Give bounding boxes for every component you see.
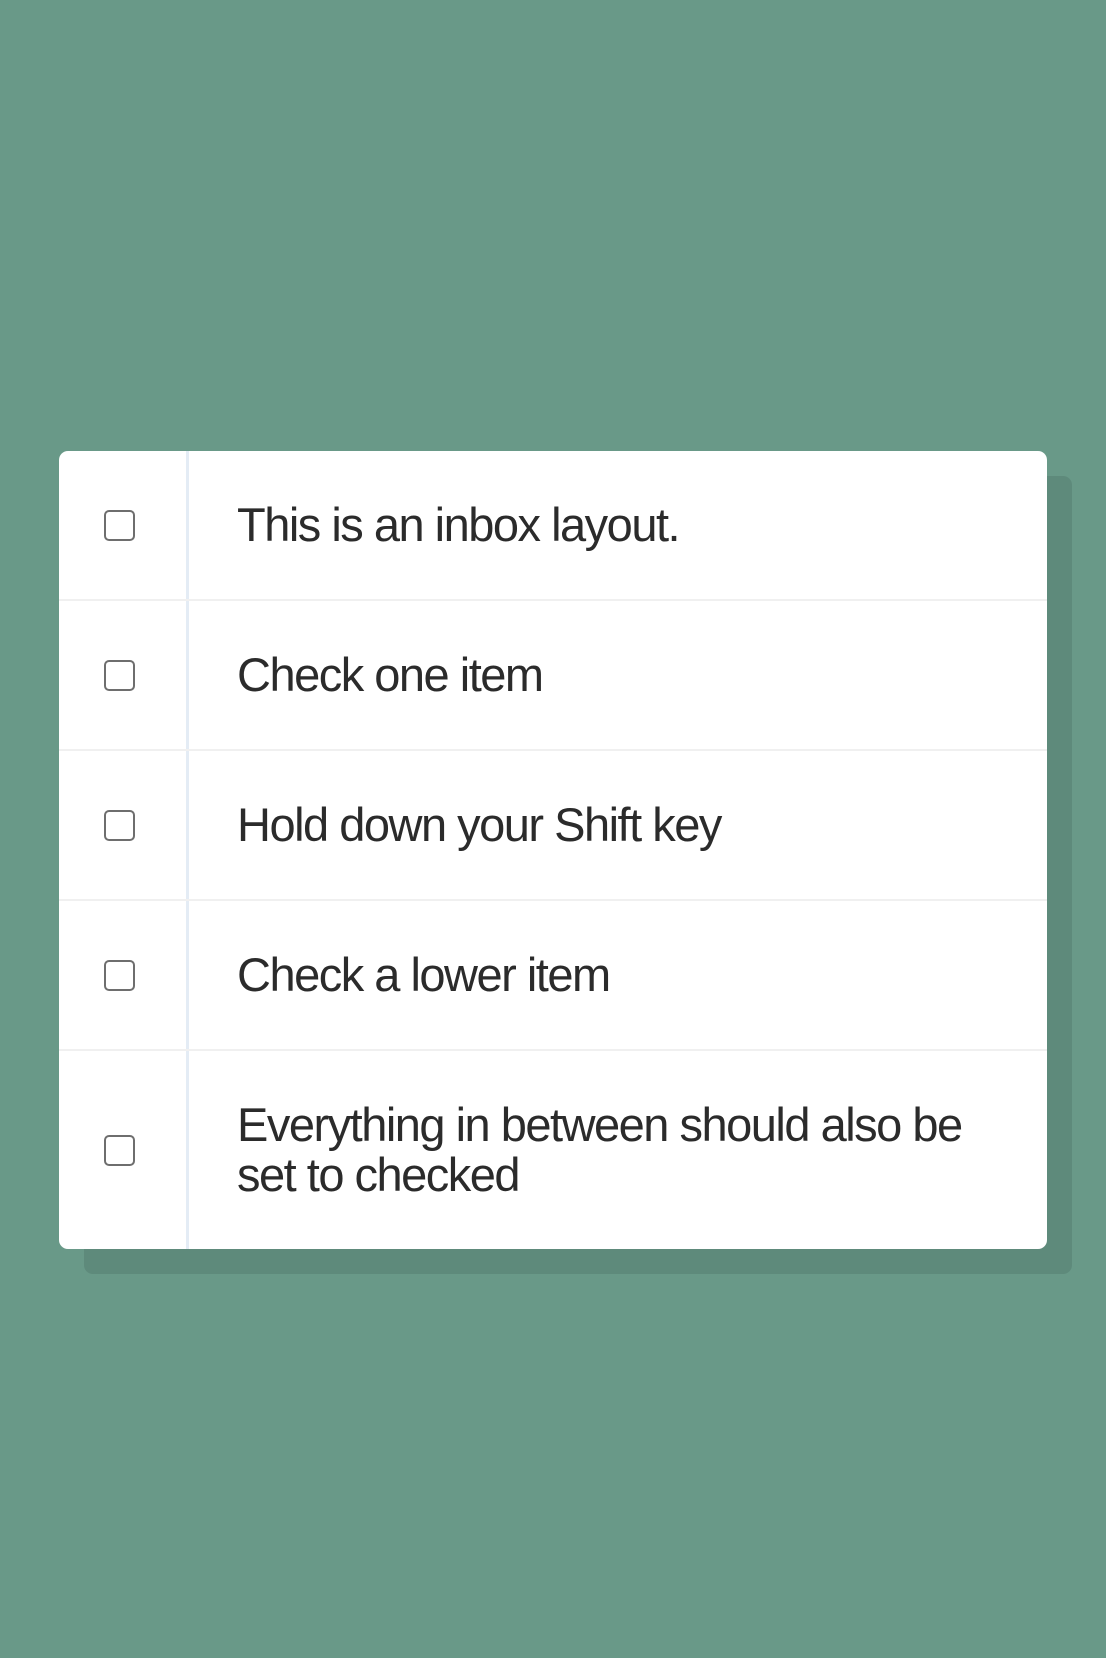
checkbox-cell [59,751,189,899]
inbox-item[interactable]: Hold down your Shift key [59,751,1047,901]
item-checkbox[interactable] [104,659,135,691]
inbox-item[interactable]: Everything in between should also be set… [59,1051,1047,1249]
inbox-item[interactable]: This is an inbox layout. [59,451,1047,601]
item-checkbox[interactable] [104,1134,135,1166]
item-checkbox[interactable] [104,809,135,841]
item-label: Check one item [237,648,544,701]
item-checkbox[interactable] [104,959,135,991]
inbox-item[interactable]: Check one item [59,601,1047,751]
inbox-list: This is an inbox layout. Check one item … [59,451,1047,1249]
inbox-item[interactable]: Check a lower item [59,901,1047,1051]
checkbox-cell [59,601,189,749]
item-label: Everything in between should also be set… [237,1098,963,1201]
checkbox-cell [59,451,189,599]
checkbox-cell [59,1051,189,1249]
item-checkbox[interactable] [104,509,135,541]
item-label: Hold down your Shift key [237,798,722,851]
item-label: This is an inbox layout. [237,498,681,551]
item-label: Check a lower item [237,948,611,1001]
checkbox-cell [59,901,189,1049]
